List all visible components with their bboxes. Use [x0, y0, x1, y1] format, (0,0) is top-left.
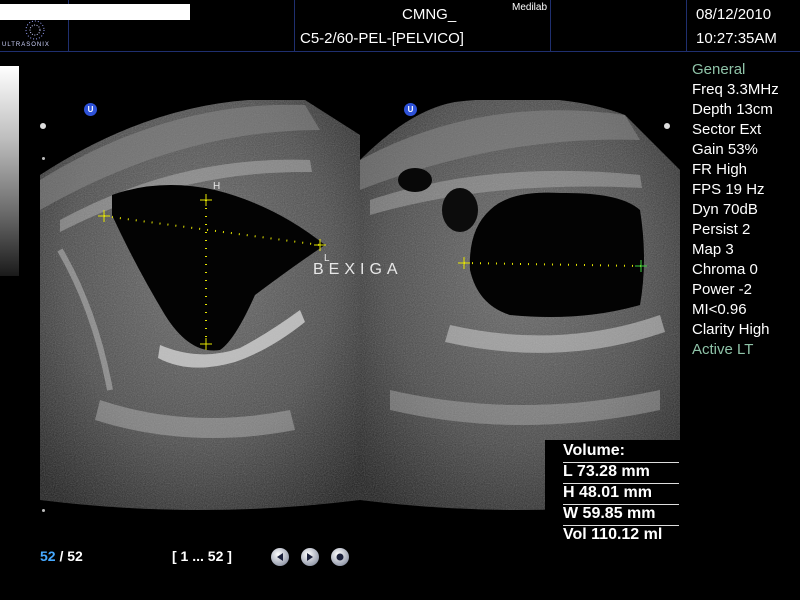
param-item: Dyn 70dB [692, 201, 758, 218]
patient-name-redacted [0, 4, 190, 20]
param-item: Freq 3.3MHz [692, 81, 779, 98]
rewind-icon [277, 553, 283, 561]
institution-name: CMNG_ [402, 6, 457, 23]
measurement-volume: Vol 110.12 ml [563, 526, 663, 543]
measurement-title: Volume: [563, 442, 625, 459]
play-icon [307, 553, 313, 561]
param-item: Active LT [692, 341, 754, 358]
bladder-lumen [469, 192, 644, 318]
param-item: Persist 2 [692, 221, 751, 238]
param-item: FR High [692, 161, 748, 178]
frame-counter: 52 / 52 [40, 548, 83, 564]
caliper-tag-h: H [213, 181, 221, 192]
logo-text: ULTRASONIX [2, 42, 50, 48]
param-item: Sector Ext [692, 121, 762, 138]
param-item: Chroma 0 [692, 261, 758, 278]
param-item: Gain 53% [692, 141, 758, 158]
vendor-label: Medilab [512, 2, 548, 13]
param-item: General [692, 61, 746, 78]
play-button[interactable] [301, 548, 319, 566]
stop-icon [336, 553, 344, 561]
total-frames: 52 [67, 548, 83, 564]
annotation-label: BEXIGA [313, 261, 403, 278]
exam-date: 08/12/2010 [696, 6, 772, 23]
measurement-width: W 59.85 mm [563, 505, 656, 522]
param-item: Clarity High [692, 321, 770, 338]
current-frame: 52 [40, 548, 56, 564]
param-item: Depth 13cm [692, 101, 773, 118]
header-bar: ULTRASONIX CMNG_ C5-2/60-PEL-[PELVICO] M… [0, 0, 800, 52]
rewind-button[interactable] [271, 548, 289, 566]
imaging-parameters-panel: General Freq 3.3MHz Depth 13cm Sector Ext Ga… [692, 60, 779, 360]
measurement-results-box: Volume: L 73.28 mm H 48.01 mm W 59.85 mm… [545, 440, 680, 547]
param-item: FPS 19 Hz [692, 181, 765, 198]
header-divider [0, 51, 800, 52]
stop-button[interactable] [331, 548, 349, 566]
orientation-marker-icon: U [84, 103, 97, 116]
logo-emblem-icon [25, 20, 45, 40]
ultrasound-image-left [40, 100, 360, 510]
param-item: MI<0.96 [692, 301, 747, 318]
exam-time: 10:27:35AM [696, 30, 777, 47]
ultrasonix-logo: ULTRASONIX [2, 20, 68, 50]
probe-preset: C5-2/60-PEL-[PELVICO] [300, 30, 464, 47]
param-item: Map 3 [692, 241, 734, 258]
measurement-length: L 73.28 mm [563, 463, 650, 480]
orientation-marker-icon: U [404, 103, 417, 116]
cine-range[interactable]: [ 1 ... 52 ] [172, 548, 232, 564]
measurement-height: H 48.01 mm [563, 484, 652, 501]
param-item: Power -2 [692, 281, 753, 298]
vendor-cell [550, 0, 687, 52]
frame-separator: / [55, 548, 68, 564]
grayscale-bar [0, 66, 19, 276]
